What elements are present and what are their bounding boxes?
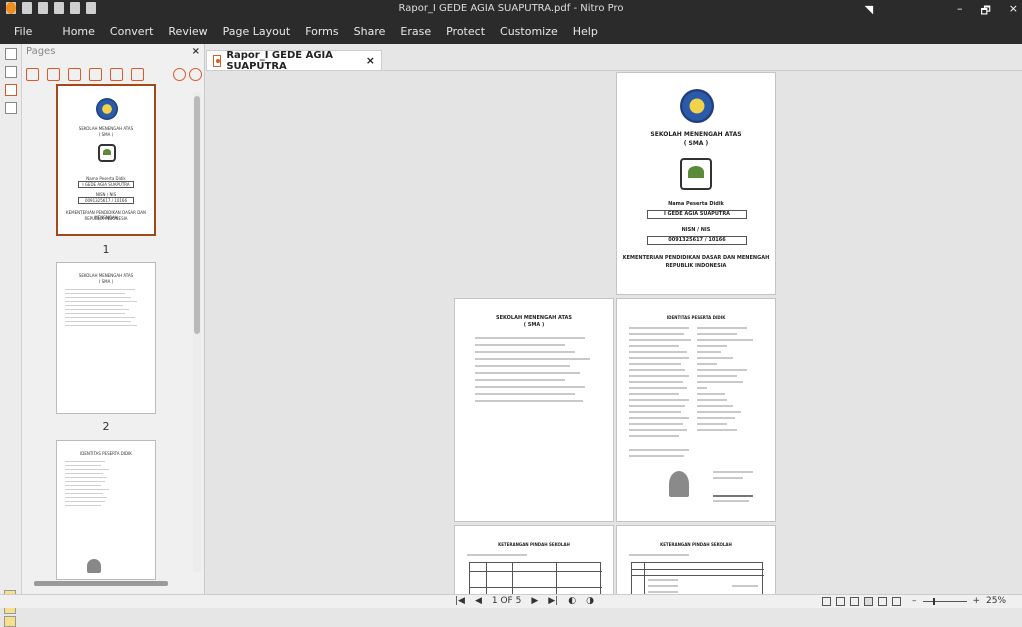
zoom-out-thumbnails-icon[interactable] xyxy=(173,67,186,81)
menu-home[interactable]: Home xyxy=(62,25,94,38)
thumb-2-subtitle: ( SMA ) xyxy=(98,279,114,284)
thumbnail-label-1: 1 xyxy=(102,243,110,256)
continuous-view-icon[interactable] xyxy=(836,597,845,606)
menu-convert[interactable]: Convert xyxy=(110,25,154,38)
page-navigation: |◀ ◀ 1 OF 5 ▶ ▶| ◐ ◑ xyxy=(455,596,594,606)
school-logo-icon xyxy=(98,144,116,162)
thumb-1-nisn: 0091325617 / 10166 xyxy=(78,197,134,204)
zoom-out-button[interactable]: – xyxy=(912,596,917,606)
pages-panel-title: Pages xyxy=(26,46,56,57)
status-bar: |◀ ◀ 1 OF 5 ▶ ▶| ◐ ◑ – + 25% xyxy=(0,594,1022,608)
menu-protect[interactable]: Protect xyxy=(446,25,485,38)
cover-student-name: I GEDE AGIA SUAPUTRA xyxy=(647,210,747,219)
page4-title: KETERANGAN PINDAH SEKOLAH xyxy=(498,542,570,547)
menu-file[interactable]: File xyxy=(14,25,32,38)
pdf-file-icon xyxy=(213,54,222,67)
zoom-in-button[interactable]: + xyxy=(973,596,981,606)
next-page-icon[interactable]: ▶ xyxy=(531,596,538,606)
facing-continuous-view-icon[interactable] xyxy=(864,597,873,606)
thumb-1-student-name: I GEDE AGIA SUAPUTRA xyxy=(78,181,134,188)
thumb-3-title: IDENTITAS PESERTA DIDIK xyxy=(80,451,132,456)
cover-student-label: Nama Peserta Didik xyxy=(668,201,724,207)
cover-ministry-line1: KEMENTERIAN PENDIDIKAN DASAR DAN MENENGA… xyxy=(622,255,770,261)
document-tab[interactable]: Rapor_I GEDE AGIA SUAPUTRA × xyxy=(206,49,382,72)
menu-customize[interactable]: Customize xyxy=(500,25,558,38)
page-indicator[interactable]: 1 OF 5 xyxy=(492,596,521,606)
pdf-page-2: SEKOLAH MENENGAH ATAS ( SMA ) xyxy=(454,298,614,522)
zoom-slider[interactable] xyxy=(922,597,967,605)
pages-panel: Pages × SEKOLAH MENENGAH ATAS ( SMA ) Na… xyxy=(0,44,205,627)
insert-page-icon[interactable] xyxy=(26,67,39,81)
pages-panel-scroll-thumb[interactable] xyxy=(194,96,200,334)
page-thumbnail-1[interactable]: SEKOLAH MENENGAH ATAS ( SMA ) Nama Peser… xyxy=(56,84,156,236)
menu-erase[interactable]: Erase xyxy=(400,25,431,38)
menu-page-layout[interactable]: Page Layout xyxy=(223,25,291,38)
pdf-page-4: KETERANGAN PINDAH SEKOLAH xyxy=(454,525,614,597)
cover-school-subtitle: ( SMA ) xyxy=(683,140,709,147)
view-mode-buttons xyxy=(822,597,901,606)
delete-page-icon[interactable] xyxy=(68,67,81,81)
rotate-left-icon[interactable] xyxy=(110,67,123,81)
student-photo-placeholder-icon xyxy=(87,559,101,573)
thumb-2-title: SEKOLAH MENENGAH ATAS xyxy=(78,273,134,278)
page-thumbnail-3[interactable]: IDENTITAS PESERTA DIDIK xyxy=(56,440,156,580)
cover-nisn-label: NISN / NIS xyxy=(681,227,711,233)
next-view-icon[interactable]: ◑ xyxy=(586,596,594,606)
previous-page-icon[interactable]: ◀ xyxy=(475,596,482,606)
menu-help[interactable]: Help xyxy=(573,25,598,38)
zoom-control: – + 25% xyxy=(912,596,1006,606)
extract-page-icon[interactable] xyxy=(47,67,60,81)
pages-panel-toolbar xyxy=(26,66,202,82)
left-navigation-strip xyxy=(0,44,22,600)
thumbnail-label-2: 2 xyxy=(102,420,110,433)
properties-icon[interactable] xyxy=(4,616,16,627)
cover-school-title: SEKOLAH MENENGAH ATAS xyxy=(650,131,742,138)
page2-subtitle: ( SMA ) xyxy=(523,322,545,328)
pages-panel-icon[interactable] xyxy=(5,48,17,60)
cover-nisn: 0091325617 / 10166 xyxy=(647,236,747,245)
zoom-level[interactable]: 25% xyxy=(986,596,1006,606)
replace-page-icon[interactable] xyxy=(89,67,102,81)
single-page-view-icon[interactable] xyxy=(822,597,831,606)
zoom-in-thumbnails-icon[interactable] xyxy=(189,67,202,81)
pages-panel-scrollbar[interactable] xyxy=(193,92,201,572)
school-emblem-icon xyxy=(680,89,714,123)
pages-panel-header: Pages × xyxy=(26,46,204,60)
menu-forms[interactable]: Forms xyxy=(305,25,338,38)
pages-panel-hscroll-thumb[interactable] xyxy=(34,581,168,586)
page-thumbnail-2[interactable]: SEKOLAH MENENGAH ATAS ( SMA ) xyxy=(56,262,156,414)
last-page-icon[interactable]: ▶| xyxy=(548,596,558,606)
thumb-1-title: SEKOLAH MENENGAH ATAS xyxy=(78,126,134,131)
document-tab-close-button[interactable]: × xyxy=(366,54,375,67)
menu-review[interactable]: Review xyxy=(168,25,207,38)
pdf-page-1: SEKOLAH MENENGAH ATAS ( SMA ) Nama Peser… xyxy=(616,72,776,295)
fit-width-icon[interactable] xyxy=(878,597,887,606)
pdf-page-5: KETERANGAN PINDAH SEKOLAH xyxy=(616,525,776,597)
rotate-right-icon[interactable] xyxy=(131,67,144,81)
page5-title: KETERANGAN PINDAH SEKOLAH xyxy=(660,542,732,547)
pages-panel-close-button[interactable]: × xyxy=(192,46,200,57)
cover-ministry-line2: REPUBLIK INDONESIA xyxy=(665,263,727,269)
previous-view-icon[interactable]: ◐ xyxy=(568,596,576,606)
document-view[interactable]: SEKOLAH MENENGAH ATAS ( SMA ) Nama Peser… xyxy=(206,70,1022,597)
attachments-icon[interactable] xyxy=(5,84,17,96)
student-photo-placeholder-icon xyxy=(669,471,689,497)
facing-view-icon[interactable] xyxy=(850,597,859,606)
school-logo-icon xyxy=(680,158,712,190)
pdf-page-3: IDENTITAS PESERTA DIDIK xyxy=(616,298,776,522)
menu-share[interactable]: Share xyxy=(354,25,386,38)
thumb-1-subtitle: ( SMA ) xyxy=(98,132,114,137)
fit-page-icon[interactable] xyxy=(892,597,901,606)
bookmarks-icon[interactable] xyxy=(5,66,17,78)
page5-table xyxy=(631,562,764,597)
page3-title: IDENTITAS PESERTA DIDIK xyxy=(666,315,726,320)
menu-bar: File Home Convert Review Page Layout For… xyxy=(0,18,1022,44)
thumb-1-ministry-2: REPUBLIK INDONESIA xyxy=(84,216,128,221)
document-tab-label: Rapor_I GEDE AGIA SUAPUTRA xyxy=(226,49,333,72)
school-emblem-icon xyxy=(96,98,118,120)
first-page-icon[interactable]: |◀ xyxy=(455,596,465,606)
page4-table xyxy=(469,562,602,597)
page2-title: SEKOLAH MENENGAH ATAS xyxy=(496,315,572,321)
security-icon[interactable] xyxy=(5,102,17,114)
